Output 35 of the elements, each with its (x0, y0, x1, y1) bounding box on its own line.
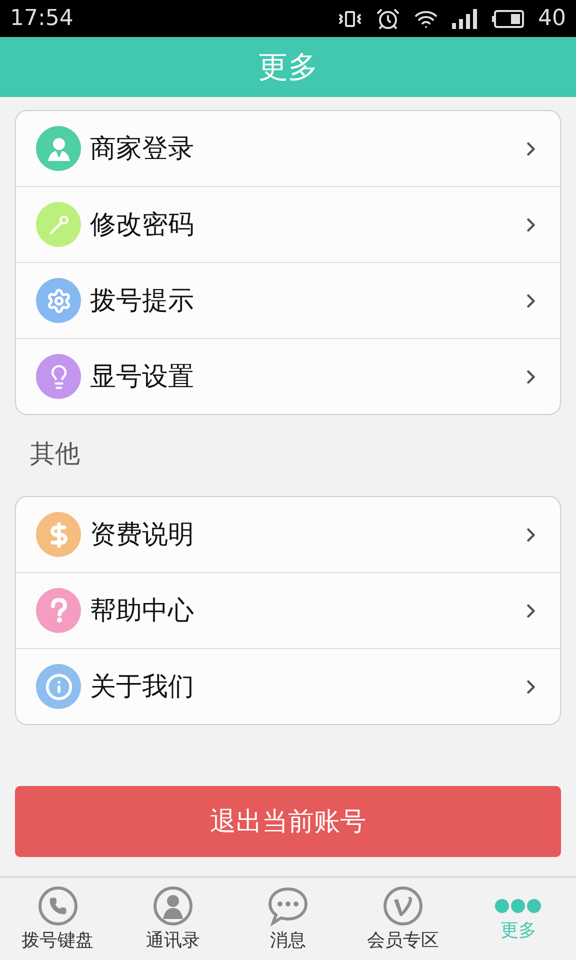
gear-icon (46, 288, 72, 314)
item-label: 修改密码 (90, 209, 195, 242)
menu-item[interactable]: 资费说明 (16, 497, 560, 572)
item-label: 显号设置 (90, 361, 195, 394)
item-label: 关于我们 (90, 671, 195, 704)
menu-item[interactable]: 修改密码 (16, 186, 560, 262)
menu-item[interactable]: 帮助中心 (16, 572, 560, 648)
chat-icon (267, 886, 309, 926)
logout-button[interactable]: 退出当前账号 (15, 786, 561, 857)
battery-level: 40 (538, 6, 566, 31)
section-title: 其他 (29, 438, 81, 470)
more-icon (494, 896, 542, 916)
item-label: 资费说明 (90, 519, 195, 552)
tab[interactable]: 通讯录 (115, 878, 230, 960)
alarm-icon (376, 6, 400, 30)
item-label: 帮助中心 (90, 595, 195, 628)
question-icon (48, 598, 68, 624)
menu-item[interactable]: 商家登录 (16, 111, 560, 186)
signal-icon (452, 8, 478, 28)
tab[interactable]: 会员专区 (346, 878, 461, 960)
menu-item[interactable]: 拨号提示 (16, 262, 560, 338)
item-label: 拨号提示 (90, 285, 195, 318)
battery-icon (492, 10, 524, 28)
tab[interactable]: 消息 (230, 878, 346, 960)
contact-icon (152, 886, 193, 926)
menu-item[interactable]: 关于我们 (16, 648, 560, 724)
menu-item[interactable]: 显号设置 (16, 338, 560, 414)
person-icon (46, 136, 72, 162)
status-time: 17:54 (10, 6, 74, 31)
item-label: 商家登录 (90, 133, 195, 166)
phone-icon (38, 886, 78, 926)
tab[interactable]: 拨号键盘 (0, 878, 116, 960)
vip-icon (383, 886, 424, 926)
page-title: 更多 (258, 48, 318, 86)
info-icon (44, 672, 72, 700)
